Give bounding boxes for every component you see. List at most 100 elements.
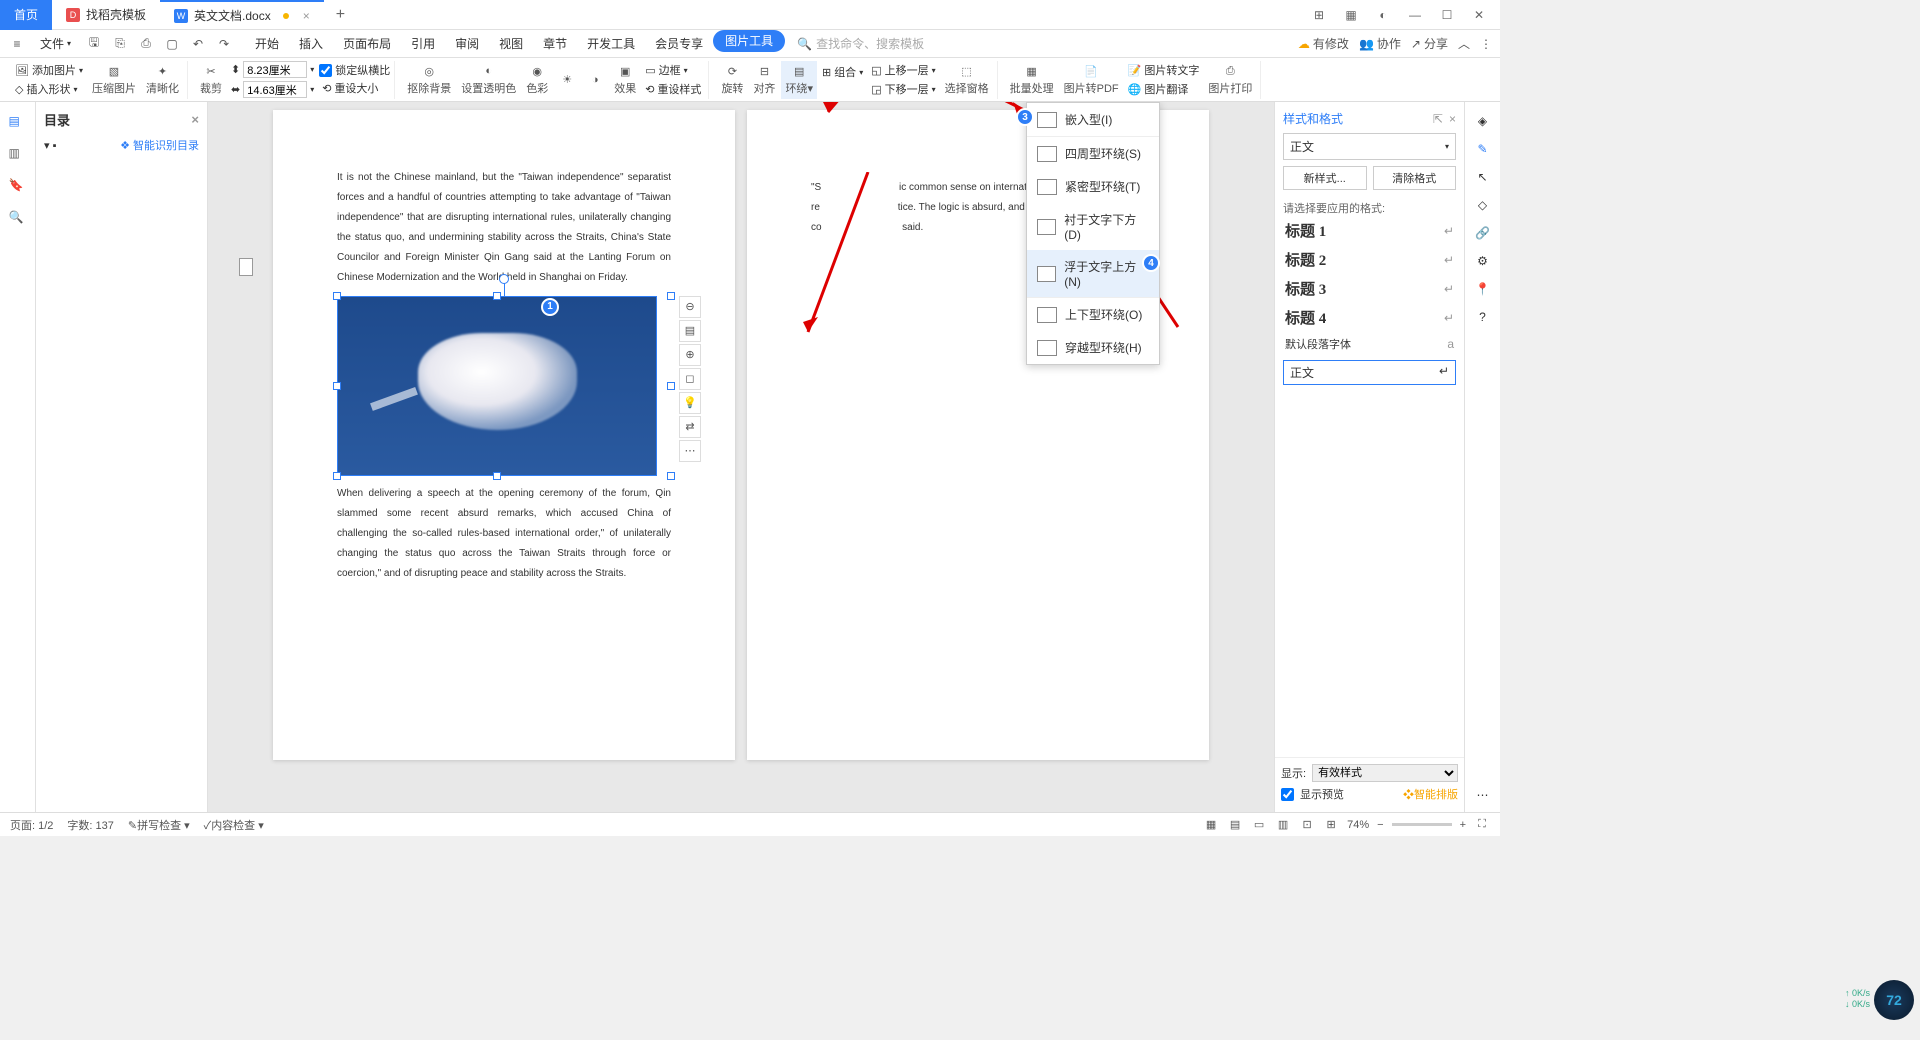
- outline-icon[interactable]: ▤: [9, 114, 27, 132]
- wrap-through[interactable]: 穿越型环绕(H): [1027, 331, 1159, 364]
- tab-picture-tools[interactable]: 图片工具: [713, 30, 785, 52]
- more-tools-icon[interactable]: ⋯: [1477, 788, 1489, 802]
- shape-icon[interactable]: ◇: [1478, 198, 1487, 212]
- tab-section[interactable]: 章节: [533, 30, 577, 58]
- group-button[interactable]: ⊞组合▾: [819, 63, 866, 81]
- style-heading2[interactable]: 标题 2↵: [1283, 245, 1456, 274]
- idea-icon[interactable]: 💡: [679, 392, 701, 414]
- reset-size-button[interactable]: ⟲重设大小: [319, 79, 390, 97]
- save-icon[interactable]: 🖫: [85, 35, 103, 53]
- tab-document[interactable]: W 英文文档.docx ×: [160, 0, 324, 30]
- spell-check[interactable]: ✎拼写检查 ▾: [128, 817, 190, 833]
- resize-handle[interactable]: [333, 292, 341, 300]
- menu-icon[interactable]: ≡: [8, 35, 26, 53]
- settings-icon[interactable]: ⚙: [1477, 254, 1488, 268]
- minimize-icon[interactable]: —: [1404, 4, 1426, 26]
- rotate-handle[interactable]: [499, 274, 509, 284]
- command-search[interactable]: 🔍 查找命令、搜索模板: [797, 35, 924, 52]
- print-icon[interactable]: ⎙: [137, 35, 155, 53]
- wrap-topbottom[interactable]: 上下型环绕(O): [1027, 297, 1159, 331]
- resize-handle[interactable]: [667, 292, 675, 300]
- resize-handle[interactable]: [493, 472, 501, 480]
- height-input[interactable]: [243, 61, 307, 78]
- diamond-icon[interactable]: ◈: [1478, 114, 1487, 128]
- file-menu[interactable]: 文件▾: [34, 35, 77, 52]
- tab-template[interactable]: D 找稻壳模板: [52, 0, 160, 30]
- word-count[interactable]: 字数: 137: [67, 817, 113, 833]
- redo-icon[interactable]: ↷: [215, 35, 233, 53]
- smart-layout-button[interactable]: ❖智能排版: [1403, 786, 1458, 802]
- undo-icon[interactable]: ↶: [189, 35, 207, 53]
- smart-outline-button[interactable]: ❖智能识别目录: [120, 137, 199, 153]
- tab-member[interactable]: 会员专享: [645, 30, 713, 58]
- selected-image[interactable]: ⊖ ▤ ⊕ ◻ 💡 ⇄ ⋯: [337, 296, 671, 476]
- more-tools-icon[interactable]: ⋯: [679, 440, 701, 462]
- ocr-button[interactable]: ✦清晰化: [142, 61, 183, 99]
- wrap-tight[interactable]: 紧密型环绕(T): [1027, 170, 1159, 203]
- expand-icon[interactable]: ▾ ▪: [44, 139, 56, 152]
- align-button[interactable]: ⊟对齐: [749, 61, 779, 99]
- new-style-button[interactable]: 新样式...: [1283, 166, 1367, 190]
- view-mode-icon[interactable]: ▦: [1203, 817, 1219, 833]
- to-pdf-button[interactable]: 📄图片转PDF: [1060, 61, 1123, 99]
- crop-tool-icon[interactable]: ◻: [679, 368, 701, 390]
- coop-button[interactable]: 👥协作: [1359, 35, 1401, 52]
- zoom-in-button[interactable]: +: [1460, 819, 1466, 831]
- preview-icon[interactable]: ▢: [163, 35, 181, 53]
- style-heading4[interactable]: 标题 4↵: [1283, 303, 1456, 332]
- wrap-square[interactable]: 四周型环绕(S): [1027, 136, 1159, 170]
- insert-shape-button[interactable]: ◇插入形状▾: [12, 80, 86, 98]
- resize-handle[interactable]: [333, 472, 341, 480]
- fullscreen-icon[interactable]: ⛶: [1474, 817, 1490, 833]
- read-mode-icon[interactable]: ▤: [1227, 817, 1243, 833]
- close-window-icon[interactable]: ✕: [1468, 4, 1490, 26]
- close-panel-icon[interactable]: ×: [1449, 112, 1456, 126]
- style-body[interactable]: 正文↵: [1283, 360, 1456, 385]
- add-image-button[interactable]: 🖼添加图片▾: [12, 61, 86, 79]
- outline-mode-icon[interactable]: ▥: [1275, 817, 1291, 833]
- zoom-in-icon[interactable]: ⊕: [679, 344, 701, 366]
- style-heading1[interactable]: 标题 1↵: [1283, 216, 1456, 245]
- add-tab-button[interactable]: +: [324, 6, 357, 24]
- remove-bg-button[interactable]: ◎抠除背景: [403, 61, 455, 99]
- wrap-inline[interactable]: 嵌入型(I): [1027, 103, 1159, 136]
- close-outline-icon[interactable]: ×: [191, 112, 199, 127]
- tab-start[interactable]: 开始: [245, 30, 289, 58]
- clear-format-button[interactable]: 清除格式: [1373, 166, 1457, 190]
- maximize-icon[interactable]: ☐: [1436, 4, 1458, 26]
- tab-review[interactable]: 审阅: [445, 30, 489, 58]
- zoom-out-button[interactable]: −: [1377, 819, 1383, 831]
- border-button[interactable]: ▭边框▾: [642, 61, 704, 79]
- collapse-ribbon-icon[interactable]: ︿: [1458, 35, 1470, 52]
- page-indicator[interactable]: 页面: 1/2: [10, 817, 53, 833]
- tab-reference[interactable]: 引用: [401, 30, 445, 58]
- share-button[interactable]: ↗分享: [1411, 35, 1448, 52]
- wrap-button[interactable]: ▤环绕▾: [781, 61, 817, 99]
- preview-checkbox[interactable]: [1281, 788, 1294, 801]
- resize-handle[interactable]: [493, 292, 501, 300]
- apps-icon[interactable]: ▦: [1340, 4, 1362, 26]
- focus-icon[interactable]: ⊡: [1299, 817, 1315, 833]
- bookmark-icon[interactable]: 🔖: [9, 178, 27, 196]
- contrast-button[interactable]: ◑: [582, 61, 608, 99]
- tab-home[interactable]: 首页: [0, 0, 52, 30]
- layout-icon[interactable]: ⊞: [1308, 4, 1330, 26]
- rotate-button[interactable]: ⟳旋转: [717, 61, 747, 99]
- batch-button[interactable]: ▦批量处理: [1006, 61, 1058, 99]
- width-input[interactable]: [243, 81, 307, 98]
- to-text-button[interactable]: 📝图片转文字: [1125, 61, 1203, 79]
- crop-button[interactable]: ✂裁剪: [196, 61, 226, 99]
- lock-ratio-checkbox[interactable]: 锁定纵横比: [319, 62, 390, 78]
- tab-insert[interactable]: 插入: [289, 30, 333, 58]
- pin-icon[interactable]: ⇱: [1433, 112, 1443, 126]
- reset-style-button[interactable]: ⟲重设样式: [642, 80, 704, 98]
- link-icon[interactable]: 🔗: [1475, 226, 1490, 240]
- transparency-button[interactable]: ◐设置透明色: [457, 61, 520, 99]
- compress-button[interactable]: ▧压缩图片: [88, 61, 140, 99]
- user-icon[interactable]: ◐: [1372, 4, 1394, 26]
- send-backward-button[interactable]: ◲下移一层▾: [868, 80, 938, 98]
- resize-handle[interactable]: [667, 382, 675, 390]
- style-heading3[interactable]: 标题 3↵: [1283, 274, 1456, 303]
- tab-view[interactable]: 视图: [489, 30, 533, 58]
- help-icon[interactable]: ?: [1479, 310, 1486, 324]
